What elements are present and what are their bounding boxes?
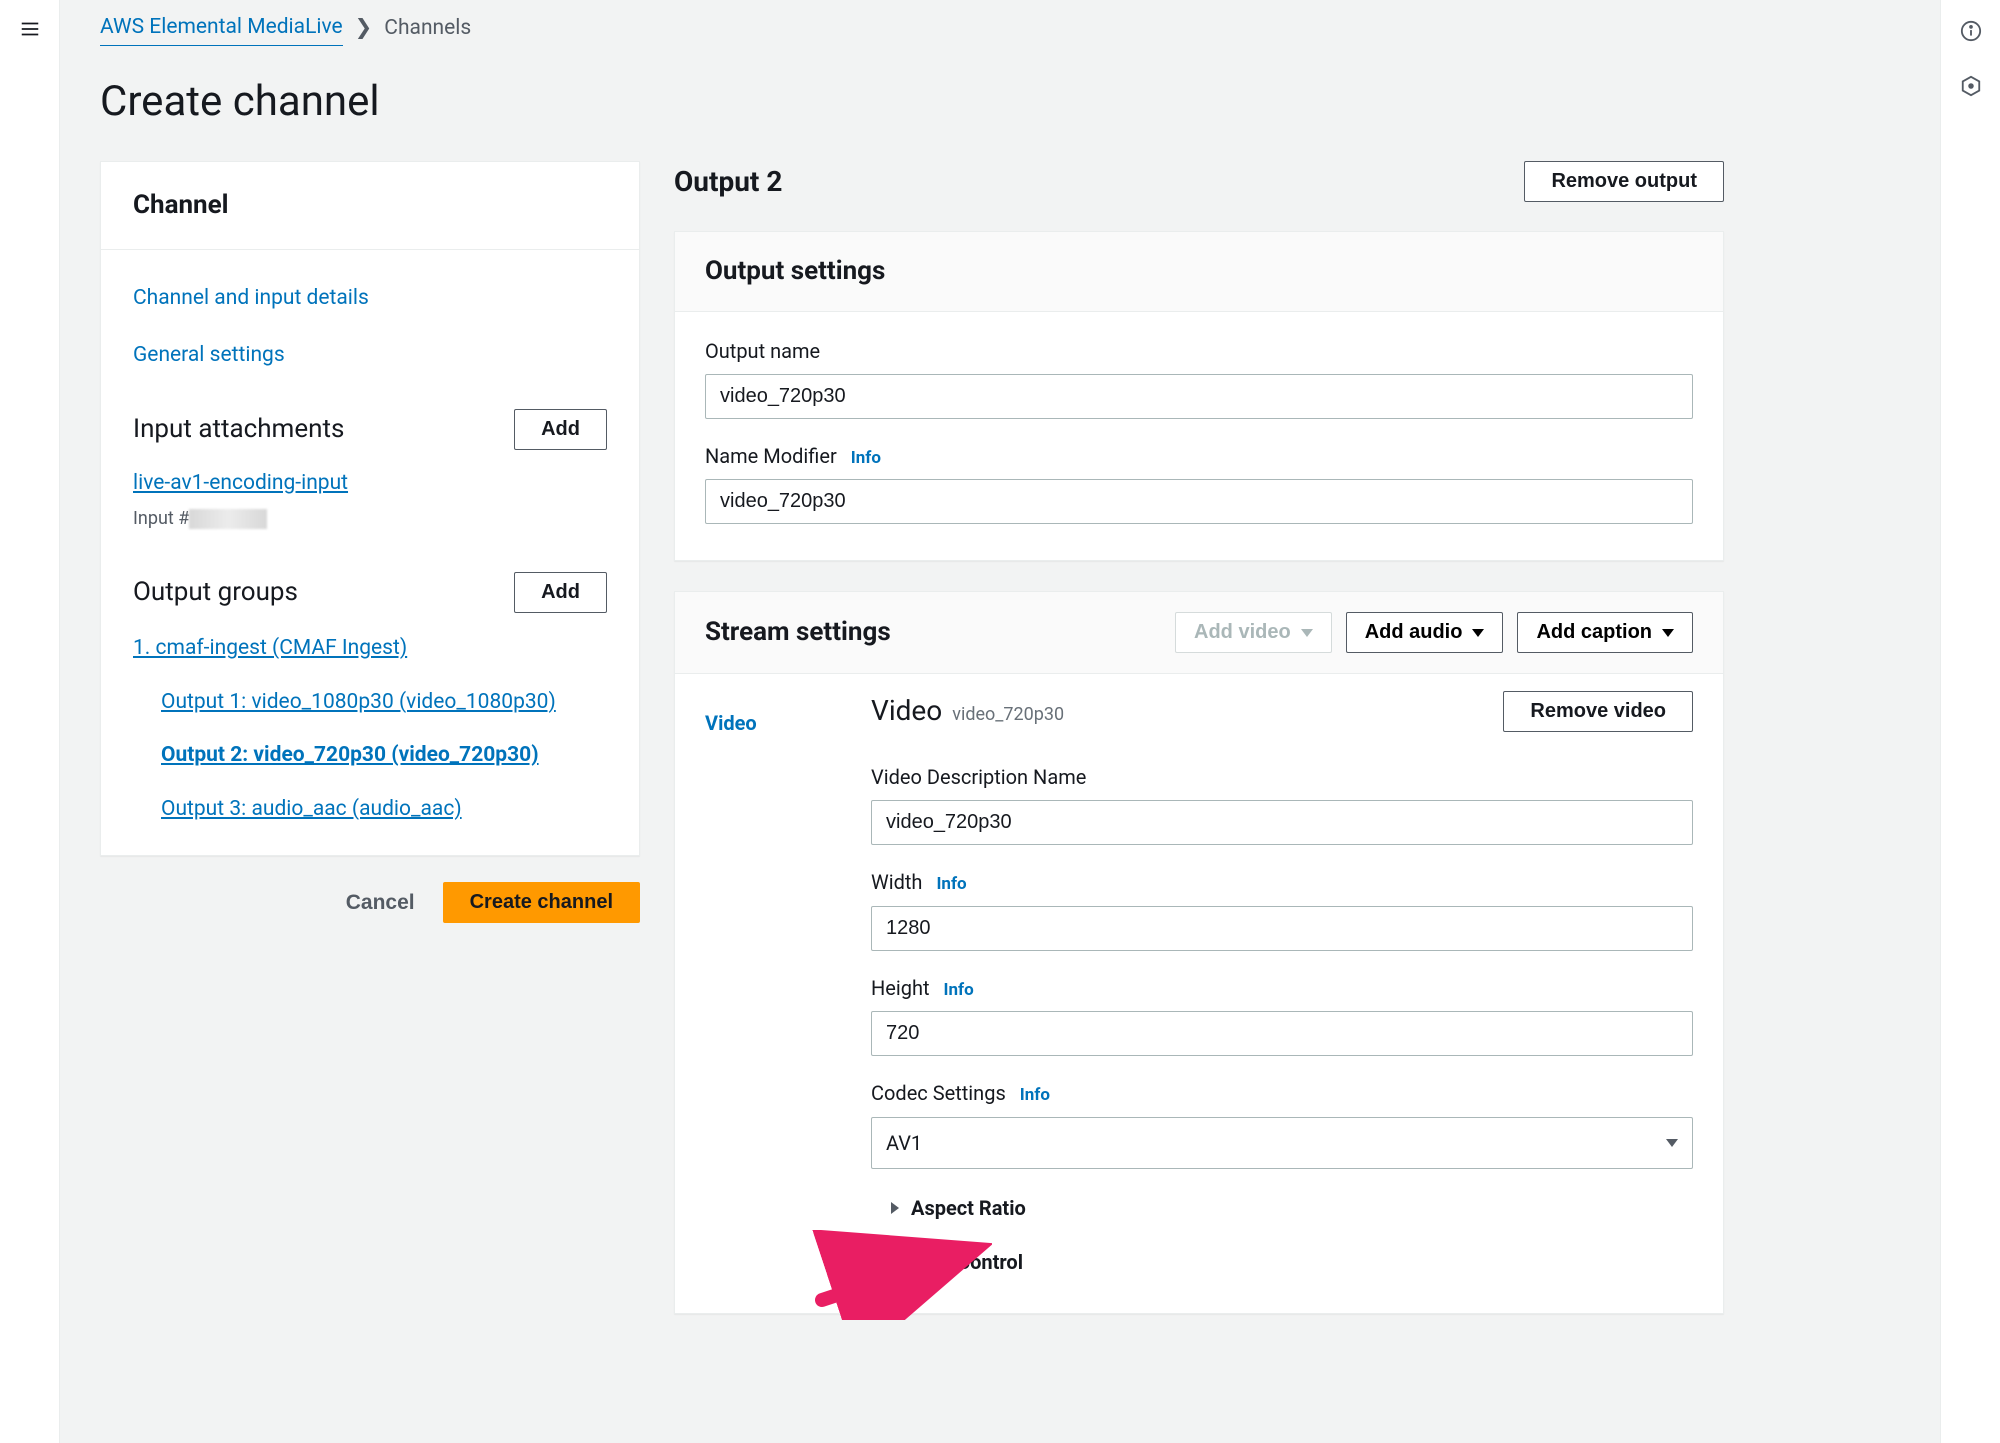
video-desc-name-input[interactable]: [871, 800, 1693, 845]
breadcrumb-root[interactable]: AWS Elemental MediaLive: [100, 12, 343, 46]
add-output-group-button[interactable]: Add: [514, 572, 607, 613]
height-info-link[interactable]: Info: [944, 978, 974, 1004]
caret-right-icon: [891, 1256, 899, 1268]
breadcrumb: AWS Elemental MediaLive ❯ Channels: [100, 12, 1900, 46]
codec-info-link[interactable]: Info: [1020, 1083, 1050, 1109]
add-input-attachment-button[interactable]: Add: [514, 409, 607, 450]
page-title: Create channel: [100, 70, 1900, 133]
hamburger-menu-icon[interactable]: [19, 18, 41, 47]
redacted-id: [189, 509, 267, 529]
input-attachments-heading: Input attachments: [133, 410, 344, 449]
caret-down-icon: [1662, 629, 1674, 637]
output-settings-panel: Output settings Output name Name Modifie…: [674, 231, 1724, 562]
caret-down-icon: [1472, 629, 1484, 637]
create-channel-button[interactable]: Create channel: [443, 882, 640, 923]
output-item-3[interactable]: Output 3: audio_aac (audio_aac): [133, 794, 607, 826]
video-heading: Video: [871, 690, 942, 732]
stream-settings-heading: Stream settings: [705, 613, 891, 652]
caret-down-icon: [1666, 1139, 1678, 1147]
output-item-2[interactable]: Output 2: video_720p30 (video_720p30): [133, 740, 607, 772]
width-input[interactable]: [871, 906, 1693, 951]
video-desc-name-label: Video Description Name: [871, 762, 1086, 792]
output-item-1[interactable]: Output 1: video_1080p30 (video_1080p30): [133, 687, 607, 719]
codec-settings-select[interactable]: AV1: [871, 1117, 1693, 1169]
input-attachment-item[interactable]: live-av1-encoding-input: [133, 468, 607, 500]
output-name-input[interactable]: [705, 374, 1693, 419]
aspect-ratio-expander[interactable]: Aspect Ratio: [871, 1193, 1693, 1223]
output-settings-heading: Output settings: [705, 252, 885, 291]
chevron-right-icon: ❯: [355, 13, 373, 45]
width-label: Width: [871, 867, 922, 897]
nav-channel-input-details[interactable]: Channel and input details: [133, 270, 607, 328]
remove-video-button[interactable]: Remove video: [1503, 691, 1693, 732]
stream-settings-panel: Stream settings Add video Add audio: [674, 591, 1724, 1314]
info-icon[interactable]: [1960, 20, 1982, 49]
output-title: Output 2: [674, 161, 782, 203]
codec-settings-value: AV1: [886, 1128, 922, 1158]
output-name-label: Output name: [705, 336, 820, 366]
name-modifier-info-link[interactable]: Info: [851, 446, 881, 472]
channel-section-header: Channel: [101, 162, 639, 250]
video-heading-suffix: video_720p30: [952, 701, 1064, 728]
breadcrumb-current: Channels: [384, 13, 471, 45]
name-modifier-input[interactable]: [705, 479, 1693, 524]
output-group-item[interactable]: 1. cmaf-ingest (CMAF Ingest): [133, 633, 607, 665]
add-audio-button[interactable]: Add audio: [1346, 612, 1504, 653]
rate-control-expander[interactable]: Rate Control: [871, 1247, 1693, 1277]
add-video-button: Add video: [1175, 612, 1332, 653]
output-groups-heading: Output groups: [133, 573, 298, 612]
add-caption-button[interactable]: Add caption: [1517, 612, 1693, 653]
hexagon-icon[interactable]: [1960, 75, 1982, 104]
name-modifier-label: Name Modifier: [705, 441, 837, 471]
input-attachment-meta: Input #: [133, 505, 607, 532]
caret-down-icon: [1301, 629, 1313, 637]
remove-output-button[interactable]: Remove output: [1524, 161, 1724, 202]
width-info-link[interactable]: Info: [936, 872, 966, 898]
nav-general-settings[interactable]: General settings: [133, 327, 607, 385]
stream-tab-video[interactable]: Video: [705, 708, 835, 738]
cancel-button[interactable]: Cancel: [346, 891, 415, 915]
codec-settings-label: Codec Settings: [871, 1078, 1006, 1108]
caret-right-icon: [891, 1202, 899, 1214]
height-input[interactable]: [871, 1011, 1693, 1056]
height-label: Height: [871, 973, 930, 1003]
